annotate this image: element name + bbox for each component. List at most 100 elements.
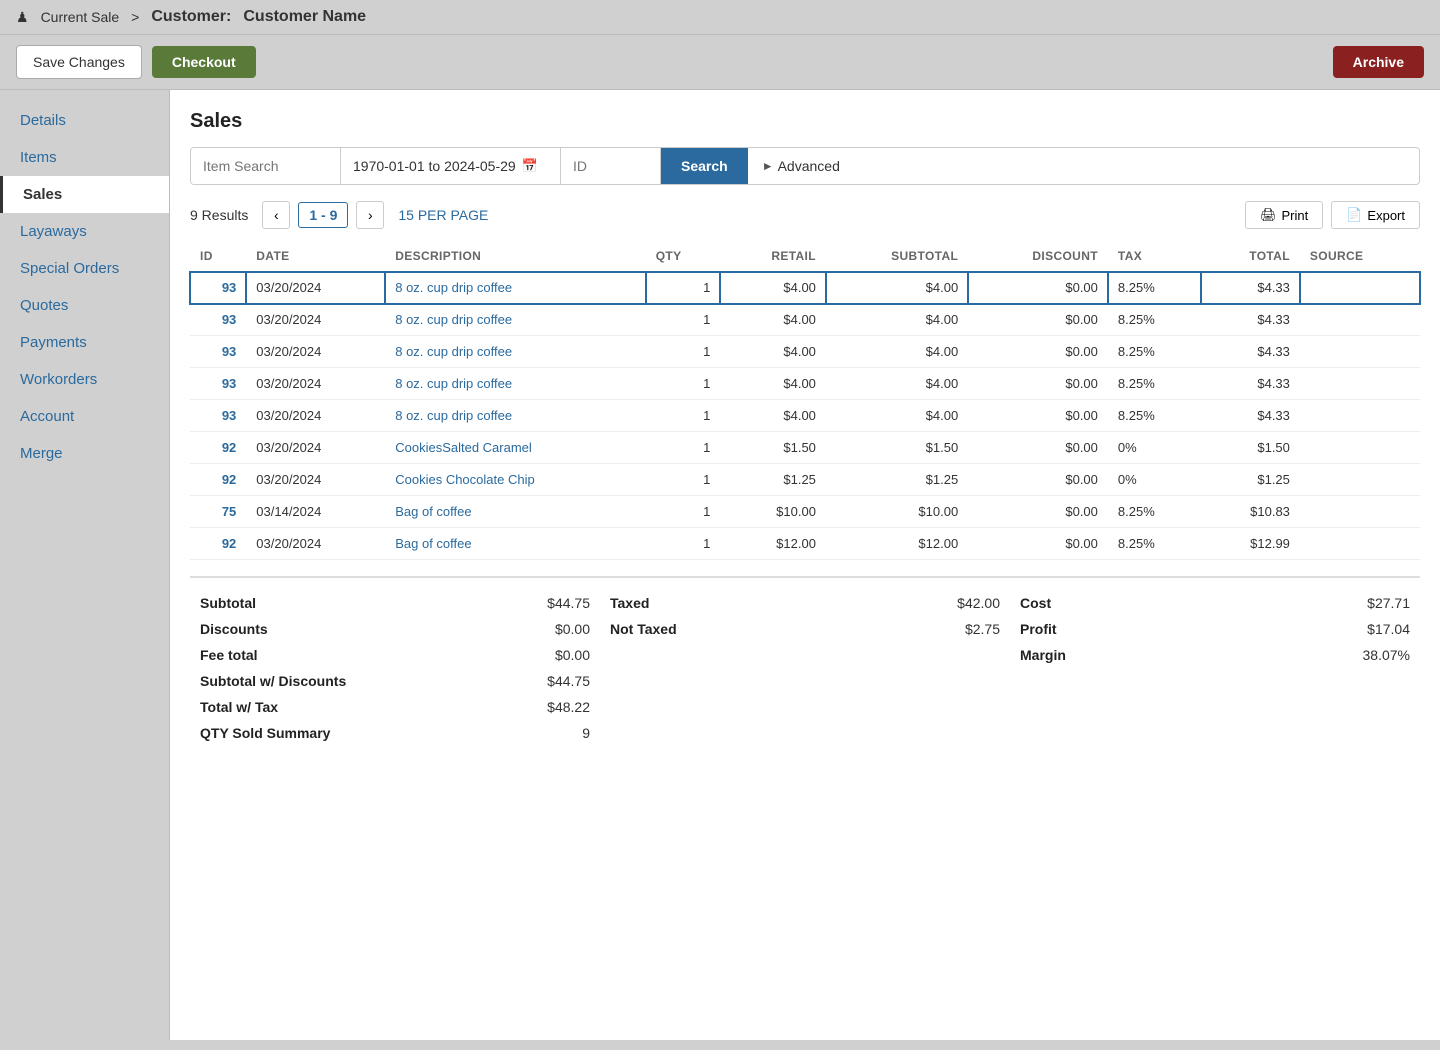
col-source: SOURCE [1300, 241, 1420, 272]
row-description[interactable]: Cookies Chocolate Chip [385, 464, 645, 496]
row-id[interactable]: 92 [190, 528, 246, 560]
sidebar-item-layaways[interactable]: Layaways [0, 213, 169, 250]
export-button[interactable]: 📄 Export [1331, 201, 1420, 229]
table-row[interactable]: 93 03/20/2024 8 oz. cup drip coffee 1 $4… [190, 272, 1420, 304]
row-tax: 8.25% [1108, 496, 1201, 528]
row-subtotal: $1.25 [826, 464, 968, 496]
advanced-button[interactable]: ► Advanced [748, 148, 854, 184]
row-qty: 1 [646, 272, 721, 304]
summary-qty-row: QTY Sold Summary 9 [200, 720, 590, 746]
checkout-button[interactable]: Checkout [152, 46, 256, 78]
row-id[interactable]: 93 [190, 304, 246, 336]
col-tax: TAX [1108, 241, 1201, 272]
row-id[interactable]: 93 [190, 272, 246, 304]
row-total: $12.99 [1201, 528, 1300, 560]
row-description[interactable]: 8 oz. cup drip coffee [385, 304, 645, 336]
row-id[interactable]: 92 [190, 432, 246, 464]
row-description[interactable]: 8 oz. cup drip coffee [385, 336, 645, 368]
pagination-prev[interactable]: ‹ [262, 201, 290, 229]
row-source [1300, 464, 1420, 496]
row-id[interactable]: 92 [190, 464, 246, 496]
search-button[interactable]: Search [661, 148, 748, 184]
table-row[interactable]: 93 03/20/2024 8 oz. cup drip coffee 1 $4… [190, 400, 1420, 432]
row-retail: $4.00 [720, 304, 826, 336]
row-qty: 1 [646, 336, 721, 368]
summary-subtotal-row: Subtotal $44.75 [200, 590, 590, 616]
item-search-input[interactable] [191, 148, 341, 184]
row-description[interactable]: Bag of coffee [385, 496, 645, 528]
table-row[interactable]: 93 03/20/2024 8 oz. cup drip coffee 1 $4… [190, 368, 1420, 400]
row-tax: 0% [1108, 464, 1201, 496]
table-row[interactable]: 93 03/20/2024 8 oz. cup drip coffee 1 $4… [190, 304, 1420, 336]
pagination-next[interactable]: › [356, 201, 384, 229]
row-retail: $4.00 [720, 400, 826, 432]
per-page-selector[interactable]: 15 PER PAGE [398, 207, 488, 223]
row-description[interactable]: 8 oz. cup drip coffee [385, 400, 645, 432]
row-description[interactable]: 8 oz. cup drip coffee [385, 368, 645, 400]
row-qty: 1 [646, 496, 721, 528]
row-retail: $4.00 [720, 368, 826, 400]
row-source [1300, 432, 1420, 464]
row-date: 03/20/2024 [246, 272, 385, 304]
row-discount: $0.00 [968, 528, 1108, 560]
row-total: $4.33 [1201, 368, 1300, 400]
row-id[interactable]: 93 [190, 368, 246, 400]
table-row[interactable]: 75 03/14/2024 Bag of coffee 1 $10.00 $10… [190, 496, 1420, 528]
table-row[interactable]: 92 03/20/2024 Bag of coffee 1 $12.00 $12… [190, 528, 1420, 560]
sidebar-item-items[interactable]: Items [0, 139, 169, 176]
row-tax: 0% [1108, 432, 1201, 464]
row-date: 03/20/2024 [246, 304, 385, 336]
row-subtotal: $4.00 [826, 368, 968, 400]
row-subtotal: $4.00 [826, 400, 968, 432]
export-icon: 📄 [1346, 207, 1362, 223]
subtotal-disc-value: $44.75 [547, 673, 590, 689]
sidebar-item-quotes[interactable]: Quotes [0, 287, 169, 324]
col-id: ID [190, 241, 246, 272]
row-source [1300, 496, 1420, 528]
row-description[interactable]: CookiesSalted Caramel [385, 432, 645, 464]
row-source [1300, 368, 1420, 400]
breadcrumb-separator: > [131, 9, 139, 25]
row-subtotal: $10.00 [826, 496, 968, 528]
table-row[interactable]: 92 03/20/2024 CookiesSalted Caramel 1 $1… [190, 432, 1420, 464]
qty-sold-value: 9 [582, 725, 590, 741]
row-qty: 1 [646, 304, 721, 336]
not-taxed-value: $2.75 [965, 621, 1000, 637]
sidebar-item-sales[interactable]: Sales [0, 176, 169, 213]
discounts-label: Discounts [200, 621, 268, 637]
sidebar-item-workorders[interactable]: Workorders [0, 361, 169, 398]
advanced-label: Advanced [778, 158, 840, 174]
table-row[interactable]: 93 03/20/2024 8 oz. cup drip coffee 1 $4… [190, 336, 1420, 368]
cost-value: $27.71 [1367, 595, 1410, 611]
row-tax: 8.25% [1108, 528, 1201, 560]
sales-table: ID DATE DESCRIPTION QTY RETAIL SUBTOTAL … [190, 241, 1420, 560]
archive-button[interactable]: Archive [1333, 46, 1424, 78]
row-id[interactable]: 93 [190, 400, 246, 432]
subtotal-disc-label: Subtotal w/ Discounts [200, 673, 346, 689]
table-row[interactable]: 92 03/20/2024 Cookies Chocolate Chip 1 $… [190, 464, 1420, 496]
not-taxed-label: Not Taxed [610, 621, 677, 637]
print-button[interactable]: 🖨 Print [1245, 201, 1323, 229]
row-subtotal: $4.00 [826, 336, 968, 368]
sidebar-item-details[interactable]: Details [0, 102, 169, 139]
row-id[interactable]: 75 [190, 496, 246, 528]
sidebar-item-merge[interactable]: Merge [0, 435, 169, 472]
summary-discounts-row: Discounts $0.00 [200, 616, 590, 642]
row-discount: $0.00 [968, 272, 1108, 304]
summary-taxed-row: Taxed $42.00 [610, 590, 1000, 616]
id-search-input[interactable] [561, 148, 661, 184]
main-content: Sales 1970-01-01 to 2024-05-29 📅 Search … [170, 90, 1440, 1040]
sidebar-item-payments[interactable]: Payments [0, 324, 169, 361]
row-description[interactable]: 8 oz. cup drip coffee [385, 272, 645, 304]
summary-col-3: Cost $27.71 Profit $17.04 Margin 38.07% [1010, 590, 1420, 746]
sidebar-item-account[interactable]: Account [0, 398, 169, 435]
date-range-display[interactable]: 1970-01-01 to 2024-05-29 📅 [341, 148, 561, 184]
row-description[interactable]: Bag of coffee [385, 528, 645, 560]
row-source [1300, 400, 1420, 432]
chevron-right-icon: ► [762, 159, 774, 173]
save-changes-button[interactable]: Save Changes [16, 45, 142, 79]
row-id[interactable]: 93 [190, 336, 246, 368]
row-date: 03/20/2024 [246, 400, 385, 432]
sidebar-item-special-orders[interactable]: Special Orders [0, 250, 169, 287]
row-subtotal: $4.00 [826, 272, 968, 304]
